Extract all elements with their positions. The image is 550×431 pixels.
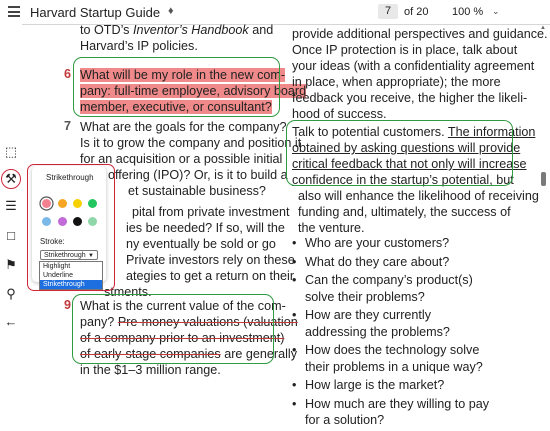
color-swatch[interactable] — [88, 199, 97, 208]
list-item: How does the technology solve their prob… — [292, 342, 495, 375]
color-swatch[interactable] — [42, 199, 51, 208]
text-line: provide additional perspectives and guid… — [292, 27, 548, 41]
text-line: Once IP protection is in place, talk abo… — [292, 43, 518, 57]
list-item: How are they currently addressing the pr… — [292, 307, 495, 340]
text-line: Harvard’s IP policies. — [80, 39, 198, 53]
stroke-style-options: Highlight Underline Strikethrough — [39, 261, 103, 290]
color-swatch[interactable] — [58, 217, 67, 226]
document-title: Harvard Startup Guide — [30, 5, 161, 20]
annotation-box[interactable] — [73, 57, 280, 117]
list-item: Can the company’s product(s) solve their… — [292, 272, 495, 305]
text-line: ny eventually be sold or go — [126, 237, 276, 251]
list-item: How large is the market? — [292, 377, 512, 394]
tag-icon[interactable]: ♦ — [168, 5, 174, 17]
text-line: funding and, ultimately, the success of — [298, 205, 511, 219]
option-highlight[interactable]: Highlight — [40, 262, 102, 271]
text-line: to OTD’s Inventor’s Handbook and — [80, 23, 274, 37]
menu-icon[interactable] — [8, 6, 20, 17]
color-swatch[interactable] — [73, 217, 82, 226]
text-line: ies be needed? If so, will the — [126, 221, 285, 235]
text-line: also will enhance the likelihood of rece… — [298, 189, 539, 203]
color-swatch[interactable] — [88, 217, 97, 226]
text-line: pital from private investment — [132, 205, 290, 219]
text-line: et sustainable business? — [128, 184, 266, 198]
chevron-down-icon[interactable]: ⌄ — [492, 6, 500, 17]
annotation-box[interactable] — [286, 120, 513, 186]
stroke-style-select[interactable]: Strikethrough ▼ — [40, 250, 98, 260]
list-item: Who are your customers? — [292, 235, 512, 252]
color-swatch[interactable] — [58, 199, 67, 208]
text-line: What are the goals for the company? — [80, 120, 287, 134]
color-swatch[interactable] — [42, 217, 51, 226]
text-line: the venture. — [298, 221, 365, 235]
scroll-up-icon[interactable]: ▲ — [540, 25, 546, 31]
text-line: in place, when appropriate); the more — [292, 75, 501, 89]
page-total: of 20 — [404, 6, 429, 18]
text-line: in the $1–3 million range. — [80, 363, 221, 377]
text-line: ategies to get a return on their — [126, 269, 295, 283]
text-line: feedback you receive, the higher the lik… — [292, 91, 528, 105]
stroke-label: Stroke: — [40, 237, 65, 246]
annotation-box[interactable] — [72, 294, 274, 364]
chevron-down-icon: ▼ — [88, 253, 94, 259]
list-item: What do they care about? — [292, 254, 512, 271]
text-line: Is it to grow the company and position i… — [80, 136, 302, 150]
question-number: 7 — [64, 119, 72, 133]
bullet-list: Who are your customers? What do they car… — [292, 235, 512, 431]
page-number-input[interactable]: 7 — [378, 4, 398, 19]
popup-title: Strikethrough — [46, 173, 94, 182]
option-underline[interactable]: Underline — [40, 271, 102, 280]
text-line: offering (IPO)? Or, is it to build a — [108, 168, 288, 182]
text-line: your ideas (with a confidentiality agree… — [292, 59, 535, 73]
question-number: 6 — [64, 67, 72, 81]
zoom-select[interactable]: 100 % — [452, 6, 483, 18]
color-swatch[interactable] — [73, 199, 82, 208]
scrollbar-thumb[interactable] — [541, 172, 546, 186]
question-number: 9 — [64, 298, 72, 312]
option-strikethrough[interactable]: Strikethrough — [40, 280, 102, 289]
text-line: Private investors rely on these — [126, 253, 295, 267]
